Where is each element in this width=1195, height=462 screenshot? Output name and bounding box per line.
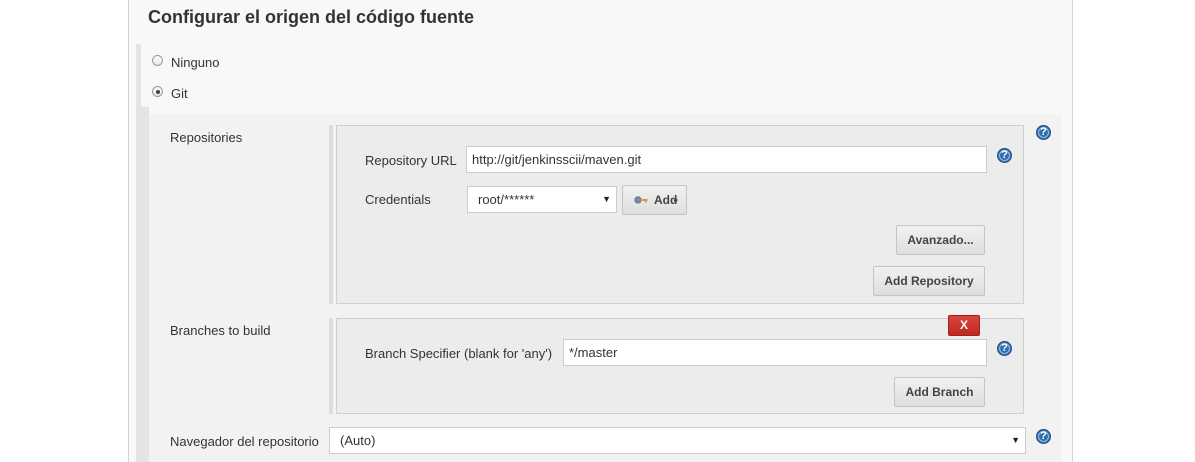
dropdown-arrow-icon: ▾: [673, 196, 678, 206]
add-branch-button[interactable]: Add Branch: [894, 377, 985, 407]
repository-url-label: Repository URL: [365, 153, 457, 168]
credentials-select-value: root/******: [478, 192, 535, 207]
radio-ninguno-label[interactable]: Ninguno: [171, 55, 219, 70]
add-repository-button[interactable]: Add Repository: [873, 266, 985, 296]
add-credentials-button[interactable]: Add▾: [622, 185, 687, 215]
section-title: Configurar el origen del código fuente: [148, 7, 475, 27]
repository-url-input[interactable]: http://git/jenkinsscii/maven.git: [466, 146, 987, 173]
branches-label: Branches to build: [170, 323, 271, 338]
repository-browser-label: Navegador del repositorio: [170, 434, 319, 449]
repository-browser-select-value: (Auto): [340, 433, 376, 448]
radio-git-label[interactable]: Git: [171, 86, 188, 101]
repositories-label: Repositories: [170, 130, 243, 145]
branches-indent-bar: [329, 318, 333, 414]
credentials-label: Credentials: [365, 192, 431, 207]
credentials-select[interactable]: root/****** ▼: [467, 186, 617, 213]
key-icon: [634, 196, 648, 204]
radio-git-selected-dot: [155, 89, 160, 94]
repository-browser-select[interactable]: (Auto) ▼: [329, 427, 1026, 454]
radio-ninguno[interactable]: [152, 55, 163, 66]
help-icon[interactable]: ?: [1036, 125, 1051, 140]
help-icon[interactable]: ?: [997, 148, 1012, 163]
branch-specifier-input[interactable]: */master: [563, 339, 987, 366]
dropdown-arrow-icon: ▼: [602, 194, 611, 204]
help-icon[interactable]: ?: [1036, 429, 1051, 444]
repositories-indent-bar: [329, 125, 333, 304]
dropdown-arrow-icon: ▼: [1011, 435, 1020, 445]
radio-git[interactable]: [152, 86, 163, 97]
git-indent-bar: [141, 107, 149, 462]
delete-branch-button[interactable]: X: [948, 315, 980, 336]
branch-specifier-label: Branch Specifier (blank for 'any'): [365, 346, 553, 361]
help-icon[interactable]: ?: [997, 341, 1012, 356]
advanced-button[interactable]: Avanzado...: [896, 225, 985, 255]
